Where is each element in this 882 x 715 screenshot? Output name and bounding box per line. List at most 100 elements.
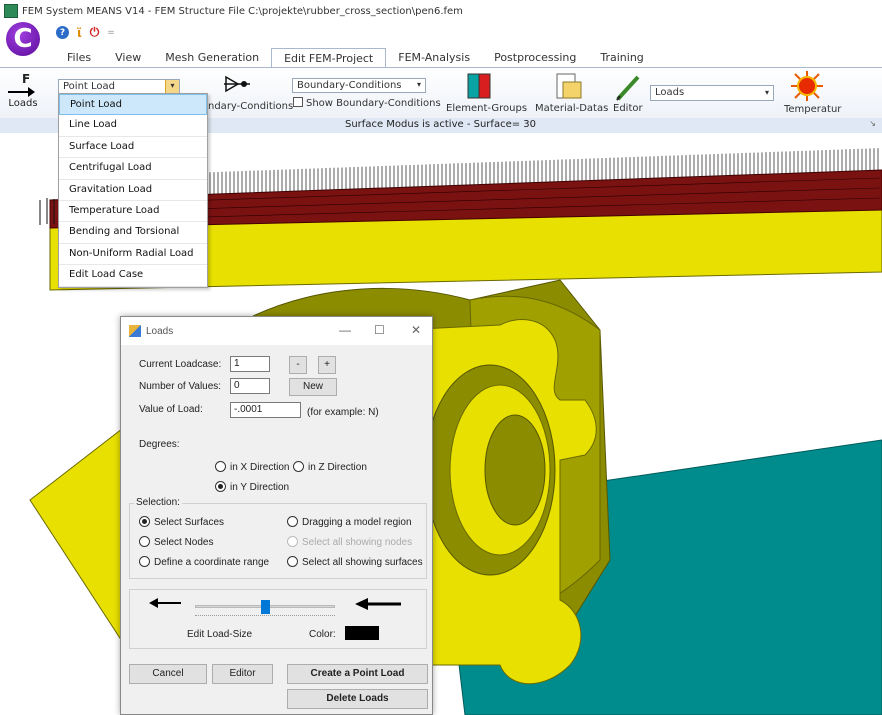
radio-disabled-icon	[287, 536, 298, 547]
lightbulb-icon[interactable]: ϊ	[77, 26, 82, 40]
chevron-down-icon: ▾	[764, 88, 769, 97]
boundary-conditions-label[interactable]: ndary-Conditions	[208, 101, 293, 112]
dropdown-item-non-uniform-radial[interactable]: Non-Uniform Radial Load	[59, 244, 207, 266]
number-values-label: Number of Values:	[139, 381, 222, 392]
help-icon[interactable]: ?	[56, 26, 69, 39]
quick-access-toolbar: ? ϊ ⏻ =	[56, 25, 115, 40]
boundary-conditions-select-value: Boundary-Conditions	[297, 80, 402, 91]
dropdown-item-bending-torsional[interactable]: Bending and Torsional	[59, 222, 207, 244]
cancel-button[interactable]: Cancel	[129, 664, 207, 684]
loads-button-label: Loads	[8, 98, 38, 109]
select-nodes-label: Select Nodes	[154, 537, 214, 548]
close-icon[interactable]: ✕	[411, 323, 421, 337]
editor-label[interactable]: Editor	[613, 103, 643, 114]
delete-loads-button[interactable]: Delete Loads	[287, 689, 428, 709]
tab-edit-fem-project[interactable]: Edit FEM-Project	[271, 48, 387, 68]
coordinate-range-radio[interactable]: Define a coordinate range	[139, 556, 269, 568]
radio-icon[interactable]	[139, 556, 150, 567]
chevron-down-icon[interactable]: ▾	[165, 80, 179, 93]
radio-icon[interactable]	[215, 461, 226, 472]
select-surfaces-radio[interactable]: Select Surfaces	[139, 516, 224, 528]
material-datas-icon[interactable]	[553, 72, 583, 100]
color-swatch[interactable]	[345, 626, 379, 640]
editor-button[interactable]: Editor	[212, 664, 273, 684]
y-direction-radio[interactable]: in Y Direction	[215, 481, 289, 493]
dropdown-item-line-load[interactable]: Line Load	[59, 115, 207, 137]
dropdown-item-edit-load-case[interactable]: Edit Load Case	[59, 265, 207, 287]
x-direction-radio[interactable]: in X Direction	[215, 461, 289, 473]
dialog-app-icon	[129, 325, 141, 337]
tab-mesh-generation[interactable]: Mesh Generation	[153, 48, 271, 68]
loadcase-minus-button[interactable]: -	[289, 356, 307, 374]
temperature-sun-icon[interactable]	[790, 70, 824, 102]
load-type-select[interactable]: Point Load ▾	[58, 79, 180, 94]
pencil-icon[interactable]	[614, 74, 642, 102]
select-all-nodes-label: Select all showing nodes	[302, 537, 413, 548]
select-all-surfaces-label: Select all showing surfaces	[302, 557, 423, 568]
quick-access-more-icon[interactable]: =	[107, 28, 115, 38]
degrees-label: Degrees:	[139, 439, 180, 450]
element-groups-icon[interactable]	[466, 72, 492, 100]
drag-region-label: Dragging a model region	[302, 517, 412, 528]
number-values-input[interactable]: 0	[230, 378, 270, 394]
checkbox-icon[interactable]	[293, 97, 303, 107]
dropdown-item-gravitation-load[interactable]: Gravitation Load	[59, 180, 207, 201]
load-size-slider-thumb[interactable]	[261, 600, 270, 614]
dialog-title-bar[interactable]: Loads	[121, 317, 432, 345]
loads-select-value: Loads	[655, 87, 685, 98]
radio-selected-icon[interactable]	[215, 481, 226, 492]
boundary-conditions-select[interactable]: Boundary-Conditions ▾	[292, 78, 426, 93]
coordinate-range-label: Define a coordinate range	[154, 557, 270, 568]
radio-selected-icon[interactable]	[139, 516, 150, 527]
tab-fem-analysis[interactable]: FEM-Analysis	[386, 48, 482, 68]
select-nodes-radio[interactable]: Select Nodes	[139, 536, 213, 548]
loadcase-plus-button[interactable]: +	[318, 356, 336, 374]
value-load-label: Value of Load:	[139, 404, 203, 415]
window-title: FEM System MEANS V14 - FEM Structure Fil…	[22, 5, 463, 17]
create-point-load-button[interactable]: Create a Point Load	[287, 664, 428, 684]
minimize-icon[interactable]: —	[339, 323, 351, 337]
power-icon[interactable]: ⏻	[90, 25, 100, 40]
ribbon-tabs: Files View Mesh Generation Edit FEM-Proj…	[55, 48, 656, 68]
arrow-left-small-icon	[149, 598, 181, 608]
tab-training[interactable]: Training	[588, 48, 655, 68]
load-type-dropdown: Point Load Line Load Surface Load Centri…	[58, 93, 208, 288]
dropdown-item-surface-load[interactable]: Surface Load	[59, 137, 207, 159]
tab-postprocessing[interactable]: Postprocessing	[482, 48, 588, 68]
boundary-conditions-icon[interactable]	[222, 74, 252, 94]
select-all-surfaces-radio[interactable]: Select all showing surfaces	[287, 556, 423, 568]
dropdown-item-centrifugal-load[interactable]: Centrifugal Load	[59, 158, 207, 180]
color-label: Color:	[309, 629, 336, 640]
chevron-down-icon: ▾	[416, 80, 421, 89]
tab-files[interactable]: Files	[55, 48, 103, 68]
app-icon	[4, 4, 18, 18]
value-load-input[interactable]: -.0001	[230, 402, 301, 418]
dropdown-item-temperature-load[interactable]: Temperature Load	[59, 201, 207, 223]
force-icon: F	[22, 72, 31, 86]
element-groups-label[interactable]: Element-Groups	[446, 103, 527, 114]
radio-icon[interactable]	[287, 516, 298, 527]
maximize-icon[interactable]: ☐	[374, 323, 385, 337]
ribbon-launcher-icon[interactable]: ↘	[869, 119, 876, 128]
radio-icon[interactable]	[287, 556, 298, 567]
loads-dialog: Loads — ☐ ✕ Current Loadcase: 1 - + Numb…	[120, 316, 433, 715]
new-button[interactable]: New	[289, 378, 337, 396]
z-direction-label: in Z Direction	[308, 462, 367, 473]
dropdown-item-point-load[interactable]: Point Load	[59, 94, 207, 116]
tab-view[interactable]: View	[103, 48, 153, 68]
radio-icon[interactable]	[293, 461, 304, 472]
current-loadcase-input[interactable]: 1	[230, 356, 270, 372]
app-logo-button[interactable]: C	[6, 22, 40, 56]
loads-select[interactable]: Loads ▾	[650, 85, 774, 101]
arrow-left-large-icon	[355, 598, 401, 610]
x-direction-label: in X Direction	[230, 462, 290, 473]
drag-region-radio[interactable]: Dragging a model region	[287, 516, 412, 528]
temperatur-label[interactable]: Temperatur	[784, 104, 841, 115]
radio-icon[interactable]	[139, 536, 150, 547]
z-direction-radio[interactable]: in Z Direction	[293, 461, 367, 473]
show-boundary-checkbox[interactable]: Show Boundary-Conditions	[293, 97, 441, 109]
arrow-right-icon	[2, 86, 44, 98]
loads-button[interactable]: F Loads	[2, 72, 44, 116]
material-datas-label[interactable]: Material-Datas	[535, 103, 608, 114]
load-type-value: Point Load	[63, 81, 115, 92]
